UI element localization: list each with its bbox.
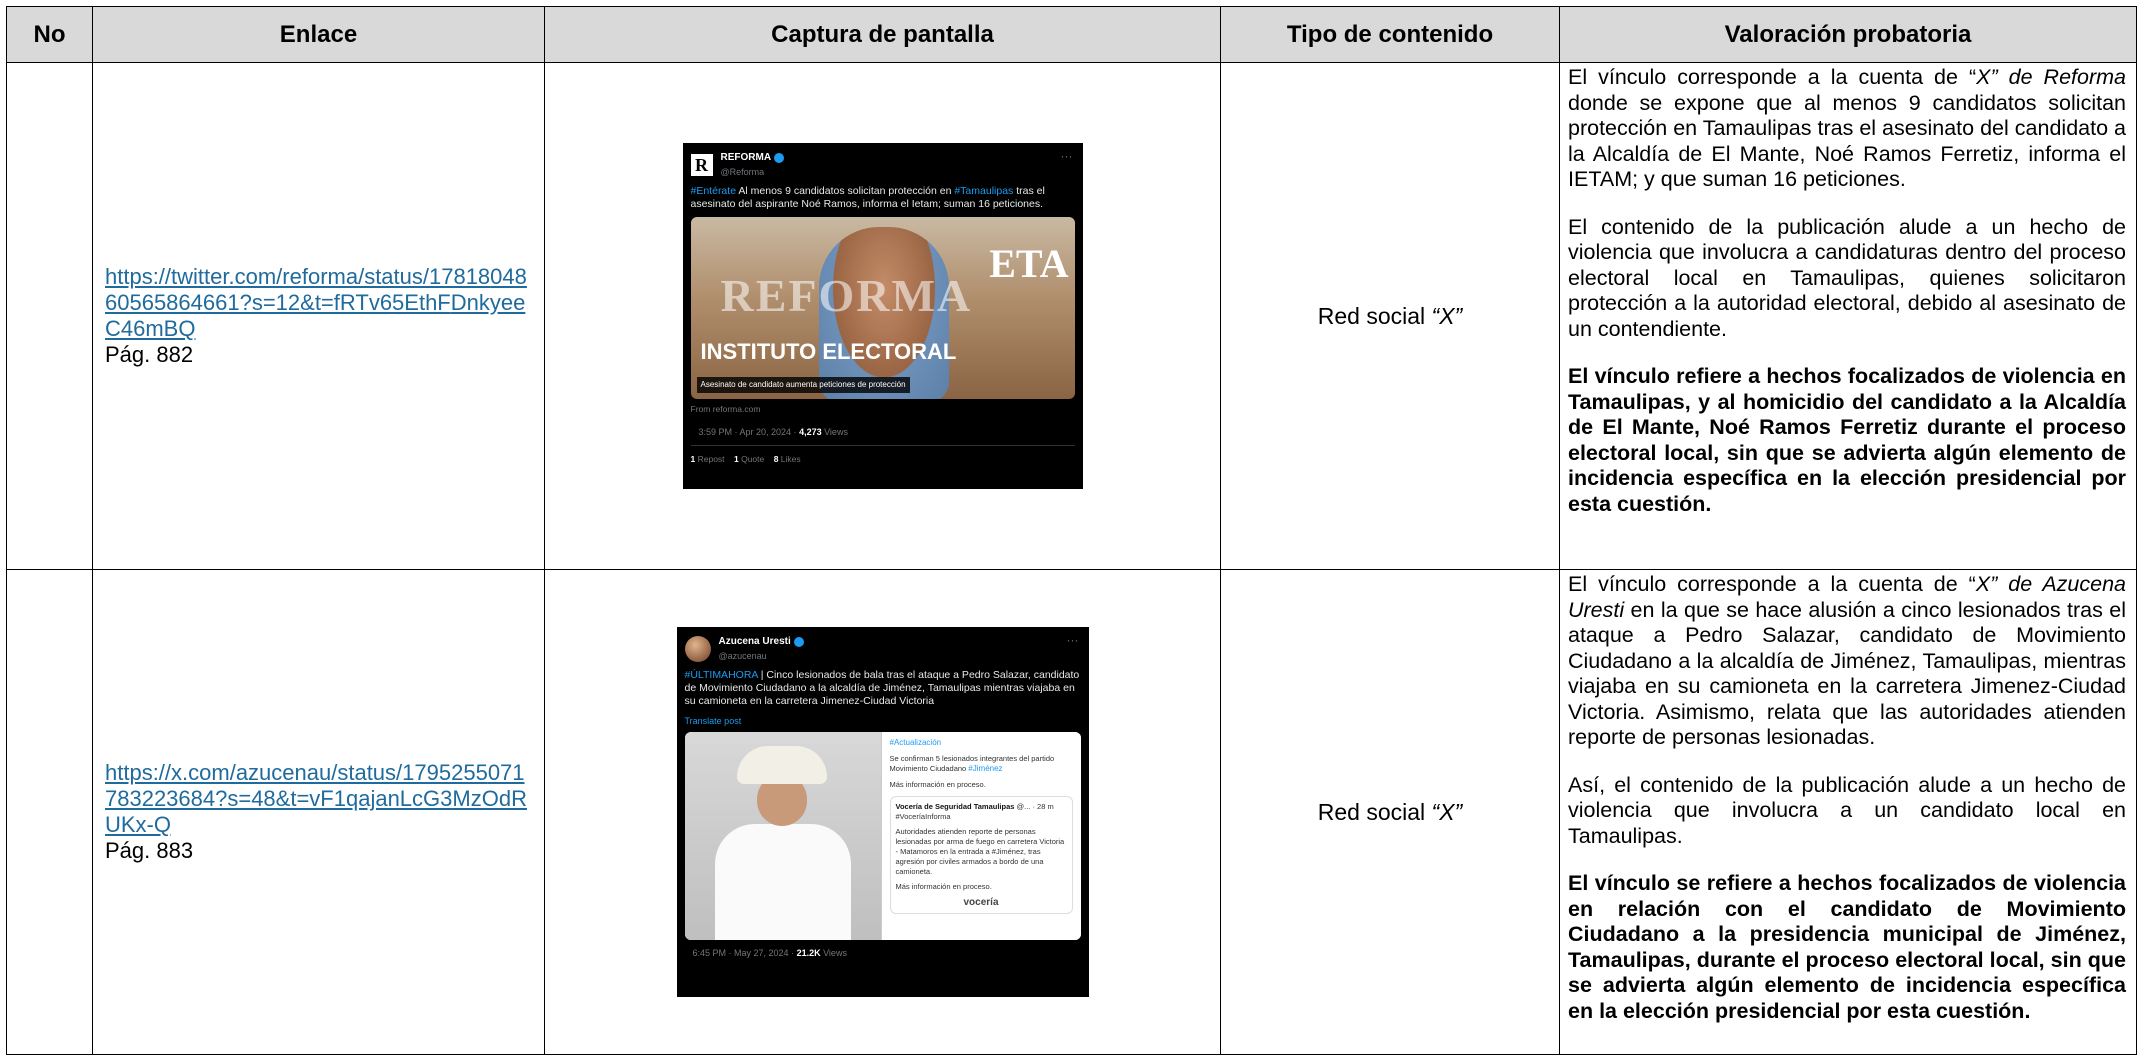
text-part: El vínculo corresponde a la cuenta de “: [1568, 572, 1976, 596]
quoted-hashtag: #VoceríaInforma: [895, 812, 951, 821]
card-text: Más información en proceso.: [889, 780, 986, 789]
table-row: https://twitter.com/reforma/status/17818…: [6, 62, 2137, 570]
author-name: REFORMA: [720, 152, 772, 163]
tweet-header: Azucena Uresti @azucenau ···: [677, 627, 1089, 667]
tweet-author: Azucena Uresti @azucenau: [719, 635, 804, 663]
link-part: https://x.com/azucenau/status/1795255: [105, 760, 488, 785]
reposts-label: Repost: [695, 454, 725, 464]
table-header-row: No Enlace Captura de pantalla Tipo de co…: [6, 6, 2137, 63]
media-source: From reforma.com: [690, 404, 761, 414]
hashtag: #Tamaulipas: [954, 185, 1014, 197]
tweet-text: #ÚLTIMAHORA | Cinco lesionados de bala t…: [677, 667, 1089, 714]
quoted-time: @... · 28 m: [1014, 802, 1054, 811]
cell-screenshot: R REFORMA @Reforma ··· #Entérate Al meno…: [544, 62, 1221, 570]
verified-badge-icon: [793, 637, 804, 647]
quoted-text: Autoridades atienden reporte de personas…: [895, 827, 1065, 876]
tweet-text-part: Al menos 9 candidatos solicitan protecci…: [736, 185, 955, 197]
header-tipo: Tipo de contenido: [1220, 6, 1560, 63]
author-handle: @azucenau: [718, 651, 767, 661]
views-count: 4,273: [799, 427, 822, 437]
more-options-icon: ···: [1066, 633, 1079, 647]
cell-screenshot: Azucena Uresti @azucenau ··· #ÚLTIMAHORA…: [544, 569, 1221, 1055]
voceria-logo: vocería: [963, 897, 999, 908]
text-part: El vínculo corresponde a la cuenta de “: [1568, 65, 1977, 89]
watermark: REFORMA: [720, 270, 973, 321]
quoted-author: Vocería de Seguridad Tamaulipas: [895, 802, 1015, 811]
verified-badge-icon: [774, 153, 785, 163]
page-reference: Pág. 883: [105, 838, 194, 863]
evidence-table: No Enlace Captura de pantalla Tipo de co…: [6, 6, 2137, 1055]
hashtag: #Entérate: [690, 185, 737, 197]
valoracion-paragraph-1: El vínculo corresponde a la cuenta de “X…: [1568, 572, 2126, 751]
evidence-link[interactable]: https://x.com/azucenau/status/1795255071…: [105, 760, 532, 838]
avatar: [684, 636, 711, 662]
valoracion-conclusion: El vínculo refiere a hechos focalizados …: [1568, 364, 2126, 517]
table-row: https://x.com/azucenau/status/1795255071…: [6, 569, 2137, 1055]
author-name: Azucena Uresti: [718, 636, 791, 647]
tweet-media-photo: REFORMA ETA INSTITUTO ELECTORAL Asesinat…: [690, 217, 1075, 399]
views-label: Views: [821, 427, 848, 437]
cell-content-type: Red social “X”: [1220, 569, 1560, 1055]
account-name: X” de Reforma: [1976, 65, 2126, 89]
candidate-photo: [684, 732, 881, 940]
conclusion-text: El vínculo refiere a hechos focalizados …: [1568, 364, 2126, 516]
views-count: 21.2K: [796, 948, 821, 958]
background-sign: ETA: [989, 241, 1069, 286]
valoracion-conclusion: El vínculo se refiere a hechos focalizad…: [1568, 871, 2126, 1024]
valoracion-paragraph-2: Así, el contenido de la publicación alud…: [1568, 772, 2126, 848]
content-type-label: Red social: [1317, 302, 1432, 329]
conclusion-text: El vínculo se refiere a hechos focalizad…: [1568, 871, 2126, 1023]
text-part: donde se expone que al menos 9 candidato…: [1568, 90, 2126, 192]
cell-valoracion: El vínculo corresponde a la cuenta de “X…: [1559, 569, 2137, 1055]
tweet-screenshot: Azucena Uresti @azucenau ··· #ÚLTIMAHORA…: [676, 627, 1089, 997]
tweet-meta: 6:45 PM · May 27, 2024 · 21.2K Views: [685, 940, 1081, 966]
cell-valoracion: El vínculo corresponde a la cuenta de “X…: [1559, 62, 2137, 570]
content-type-x: “X”: [1431, 302, 1463, 329]
content-type-x: “X”: [1431, 798, 1463, 825]
more-options-icon: ···: [1060, 149, 1073, 163]
tweet-time: 6:45 PM · May 27, 2024 ·: [692, 948, 797, 958]
quoted-post: Vocería de Seguridad Tamaulipas @... · 2…: [889, 796, 1073, 914]
tweet-text: #Entérate Al menos 9 candidatos solicita…: [683, 183, 1083, 217]
header-enlace: Enlace: [92, 6, 545, 63]
cell-content-type: Red social “X”: [1220, 62, 1560, 570]
quotes-label: Quote: [738, 454, 765, 464]
tweet-author: REFORMA @Reforma: [721, 151, 785, 179]
valoracion-paragraph-1: El vínculo corresponde a la cuenta de “X…: [1568, 65, 2126, 193]
views-label: Views: [820, 948, 847, 958]
tweet-media: #Actualización Se confirman 5 lesionados…: [684, 732, 1081, 940]
text-part: en la que se hace alusión a cinco lesion…: [1568, 597, 2126, 750]
tweet-time: 3:59 PM · Apr 20, 2024 ·: [698, 427, 800, 437]
cell-no: [6, 569, 93, 1055]
header-no: No: [6, 6, 93, 63]
quoted-more: Más información en proceso.: [895, 882, 992, 891]
tweet-stats: 1 Repost 1 Quote 8 Likes: [683, 446, 1083, 472]
cell-link: https://x.com/azucenau/status/1795255071…: [92, 569, 545, 1055]
hashtag: #Jiménez: [968, 764, 1003, 773]
header-captura: Captura de pantalla: [544, 6, 1221, 63]
photo-shirt: [714, 824, 851, 940]
photo-hat: [736, 746, 827, 784]
link-part: https://twitter.com/reforma/status/17818: [105, 264, 491, 289]
author-handle: @Reforma: [720, 167, 765, 177]
translate-post-link: Translate post: [684, 716, 742, 726]
valoracion-paragraph-2: El contenido de la publicación alude a u…: [1568, 214, 2126, 341]
cell-link: https://twitter.com/reforma/status/17818…: [92, 62, 545, 570]
media-caption: Asesinato de candidato aumenta peticione…: [696, 377, 910, 393]
cell-no: [6, 62, 93, 570]
likes-label: Likes: [778, 454, 801, 464]
hashtag: #Actualización: [889, 738, 942, 747]
tweet-meta: 3:59 PM · Apr 20, 2024 · 4,273 Views: [690, 419, 1075, 446]
tweet-header: R REFORMA @Reforma ···: [683, 143, 1083, 183]
background-sign-inst: INSTITUTO ELECTORAL: [700, 339, 957, 364]
tweet-screenshot: R REFORMA @Reforma ··· #Entérate Al meno…: [682, 143, 1083, 489]
content-type-label: Red social: [1317, 798, 1432, 825]
evidence-link[interactable]: https://twitter.com/reforma/status/17818…: [105, 264, 532, 342]
page-reference: Pág. 882: [105, 342, 194, 367]
hashtag: #ÚLTIMAHORA: [684, 669, 758, 681]
header-valoracion: Valoración probatoria: [1559, 6, 2137, 63]
embedded-post-card: #Actualización Se confirman 5 lesionados…: [880, 732, 1081, 940]
reforma-logo: R: [690, 154, 713, 176]
